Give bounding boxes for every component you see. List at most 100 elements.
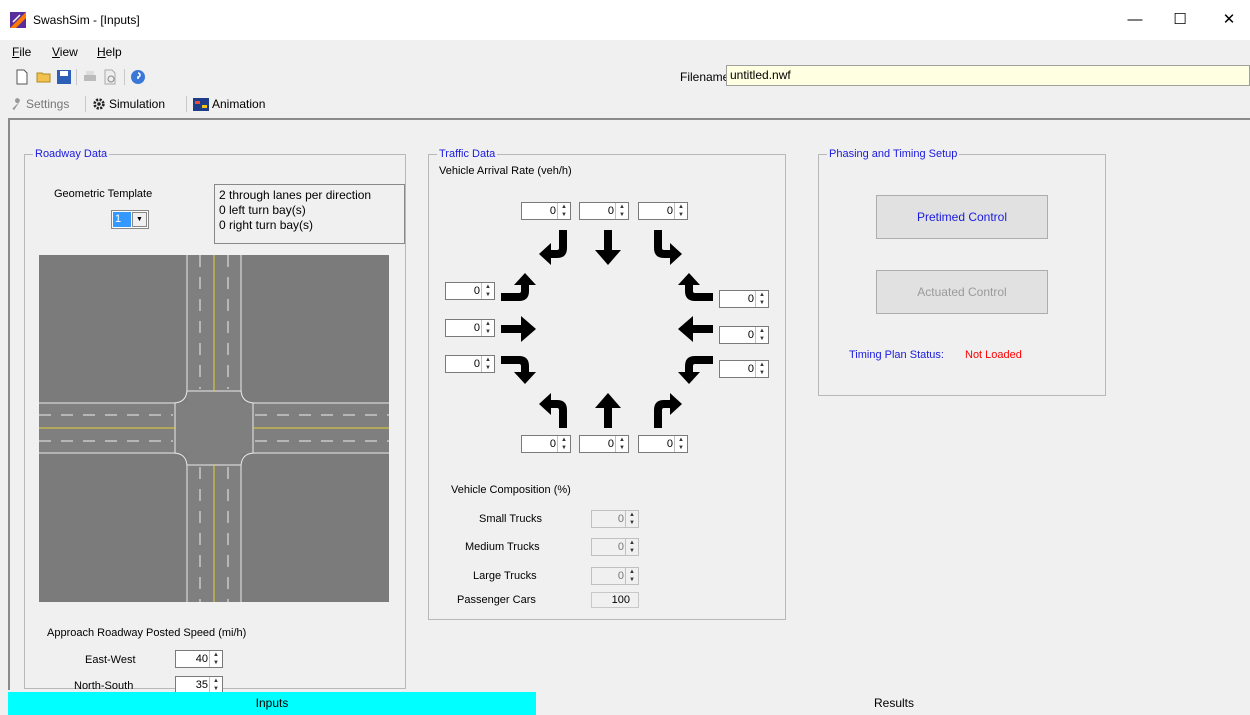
filename-field[interactable]: untitled.nwf — [726, 65, 1250, 86]
eastbound-through-rate[interactable]: 0 ▲ ▼ — [445, 319, 495, 337]
rate-value: 0 — [607, 438, 614, 450]
southbound-through-arrow-icon — [595, 230, 621, 265]
maximize-button[interactable]: ☐ — [1165, 10, 1195, 30]
eastbound-right-rate[interactable]: 0 ▲ ▼ — [445, 355, 495, 373]
southbound-left-rate[interactable]: 0 ▲ ▼ — [638, 202, 688, 220]
left-turn-bay-text: 0 left turn bay(s) — [219, 203, 306, 217]
traffic-data-legend: Traffic Data — [439, 148, 496, 160]
medium-trucks-label: Medium Trucks — [465, 541, 540, 553]
rate-value: 0 — [666, 438, 673, 450]
actuated-control-button[interactable]: Actuated Control — [876, 270, 1048, 314]
spin-arrows-icon[interactable]: ▲ ▼ — [209, 677, 222, 693]
westbound-left-rate[interactable]: 0 ▲ ▼ — [719, 360, 769, 378]
help-globe-icon[interactable] — [130, 69, 146, 85]
spin-arrows-icon[interactable]: ▲ ▼ — [481, 283, 494, 299]
westbound-right-rate[interactable]: 0 ▲ ▼ — [719, 290, 769, 308]
rate-value: 0 — [747, 293, 754, 305]
toolbar-separator — [85, 96, 86, 112]
rate-value: 0 — [549, 205, 556, 217]
eastbound-right-turn-arrow-icon — [501, 356, 536, 384]
print-preview-icon[interactable] — [102, 69, 118, 85]
tab-results[interactable]: Results — [538, 692, 1250, 715]
menu-view[interactable]: View — [52, 45, 78, 59]
northbound-right-turn-arrow-icon — [654, 393, 682, 428]
spin-arrows-icon[interactable]: ▲ ▼ — [755, 291, 768, 307]
rate-value: 0 — [473, 358, 480, 370]
large-trucks-label: Large Trucks — [473, 570, 537, 582]
small-trucks-stepper[interactable]: 0 ▲ ▼ — [591, 510, 639, 528]
westbound-through-rate[interactable]: 0 ▲ ▼ — [719, 326, 769, 344]
settings-label: Settings — [26, 97, 70, 111]
menu-help-rest: elp — [105, 45, 122, 59]
minimize-button[interactable]: — — [1120, 10, 1150, 30]
geometric-template-select[interactable]: 1 ▼ — [111, 210, 149, 229]
northbound-through-arrow-icon — [595, 393, 621, 428]
spin-arrows-icon[interactable]: ▲ ▼ — [755, 361, 768, 377]
through-lanes-text: 2 through lanes per direction — [219, 188, 372, 202]
chevron-down-icon[interactable]: ▼ — [132, 212, 147, 227]
spin-arrows-icon[interactable]: ▲ ▼ — [209, 651, 222, 667]
spin-arrows-icon[interactable]: ▲ ▼ — [615, 436, 628, 452]
lane-info-box: 2 through lanes per direction 0 left tur… — [214, 184, 405, 244]
open-folder-icon[interactable] — [36, 69, 52, 85]
roadway-data-legend: Roadway Data — [35, 148, 108, 160]
menu-file[interactable]: File — [12, 45, 31, 59]
spin-arrows-icon[interactable]: ▲ ▼ — [674, 203, 687, 219]
rate-value: 0 — [747, 363, 754, 375]
southbound-through-rate[interactable]: 0 ▲ ▼ — [579, 202, 629, 220]
spin-arrows-icon[interactable]: ▲ ▼ — [481, 320, 494, 336]
eastbound-left-rate[interactable]: 0 ▲ ▼ — [445, 282, 495, 300]
simulation-button[interactable]: Simulation — [92, 97, 165, 111]
medium-trucks-stepper[interactable]: 0 ▲ ▼ — [591, 538, 639, 556]
rate-value: 0 — [747, 329, 754, 341]
print-icon[interactable] — [82, 69, 98, 85]
title-bar: SwashSim - [Inputs] — ☐ ✕ — [0, 0, 1250, 40]
close-button[interactable]: ✕ — [1214, 10, 1244, 30]
menu-help[interactable]: Help — [97, 45, 122, 59]
east-west-speed-value: 40 — [195, 653, 208, 665]
swashsim-app-icon — [10, 12, 26, 28]
southbound-right-turn-arrow-icon — [539, 230, 567, 265]
rate-value: 0 — [607, 205, 614, 217]
small-trucks-value: 0 — [617, 513, 624, 525]
passenger-cars-value: 100 — [591, 592, 639, 608]
traffic-data-group: Traffic Data Vehicle Arrival Rate (veh/h… — [428, 148, 786, 620]
passenger-cars-label: Passenger Cars — [457, 594, 536, 606]
spin-arrows-icon[interactable]: ▲ ▼ — [625, 511, 638, 527]
east-west-label: East-West — [85, 654, 136, 666]
roadway-data-group: Roadway Data Geometric Template 1 ▼ 2 th… — [24, 148, 406, 694]
northbound-through-rate[interactable]: 0 ▲ ▼ — [579, 435, 629, 453]
tab-inputs[interactable]: Inputs — [8, 692, 536, 715]
intersection-diagram — [39, 255, 389, 602]
northbound-left-rate[interactable]: 0 ▲ ▼ — [521, 435, 571, 453]
spin-arrows-icon[interactable]: ▲ ▼ — [674, 436, 687, 452]
rate-value: 0 — [549, 438, 556, 450]
northbound-right-rate[interactable]: 0 ▲ ▼ — [638, 435, 688, 453]
spin-arrows-icon[interactable]: ▲ ▼ — [625, 539, 638, 555]
southbound-right-rate[interactable]: 0 ▲ ▼ — [521, 202, 571, 220]
east-west-speed-stepper[interactable]: 40 ▲ ▼ — [175, 650, 223, 668]
animation-button[interactable]: Animation — [193, 97, 265, 111]
new-file-icon[interactable] — [14, 69, 30, 85]
westbound-right-turn-arrow-icon — [678, 273, 713, 301]
spin-arrows-icon[interactable]: ▲ ▼ — [625, 568, 638, 584]
wrench-icon — [12, 97, 20, 110]
phasing-timing-group: Phasing and Timing Setup Pretimed Contro… — [818, 148, 1106, 396]
inputs-panel: Roadway Data Geometric Template 1 ▼ 2 th… — [8, 118, 1250, 694]
right-turn-bay-text: 0 right turn bay(s) — [219, 218, 314, 232]
gear-icon — [93, 98, 105, 110]
mode-toolbar: Settings Simulation Animation — [0, 92, 1250, 116]
spin-arrows-icon[interactable]: ▲ ▼ — [481, 356, 494, 372]
small-trucks-label: Small Trucks — [479, 513, 542, 525]
vehicle-arrival-rate-label: Vehicle Arrival Rate (veh/h) — [439, 165, 572, 177]
geometric-template-label: Geometric Template — [54, 188, 153, 200]
spin-arrows-icon[interactable]: ▲ ▼ — [615, 203, 628, 219]
large-trucks-stepper[interactable]: 0 ▲ ▼ — [591, 567, 639, 585]
save-icon[interactable] — [56, 69, 72, 85]
spin-arrows-icon[interactable]: ▲ ▼ — [557, 203, 570, 219]
spin-arrows-icon[interactable]: ▲ ▼ — [557, 436, 570, 452]
settings-button[interactable]: Settings — [10, 97, 69, 111]
spin-arrows-icon[interactable]: ▲ ▼ — [755, 327, 768, 343]
pretimed-control-button[interactable]: Pretimed Control — [876, 195, 1048, 239]
toolbar-separator — [124, 69, 125, 85]
